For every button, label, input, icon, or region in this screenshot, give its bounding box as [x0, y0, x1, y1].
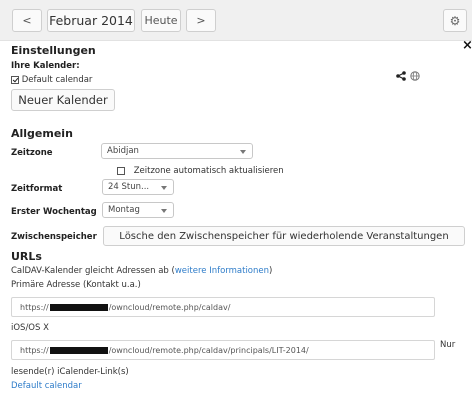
today-button[interactable]: Heute — [141, 9, 181, 32]
primary-url-prefix: https:// — [20, 302, 49, 312]
chevron-down-icon — [240, 150, 246, 154]
globe-icon[interactable] — [410, 71, 420, 84]
caldav-text: CalDAV-Kalender gleicht Adressen ab ( — [11, 266, 175, 276]
month-picker-button[interactable]: Februar 2014 — [47, 9, 135, 32]
chevron-down-icon — [161, 209, 167, 213]
more-info-link[interactable]: weitere Informationen — [175, 266, 269, 276]
readonly-links-label: lesende(r) iCalender-Link(s) — [11, 367, 129, 377]
timezone-auto-label: Zeitzone automatisch aktualisieren — [133, 166, 284, 176]
first-weekday-label: Erster Wochentag — [11, 207, 97, 217]
previous-month-button[interactable]: < — [12, 9, 42, 32]
ios-label: iOS/OS X — [11, 323, 49, 333]
share-icon[interactable] — [396, 71, 406, 84]
general-section-title: Allgemein — [11, 127, 73, 140]
timeformat-select[interactable]: 24 Stun... — [102, 179, 174, 195]
urls-section-title: URLs — [11, 250, 42, 263]
ios-address-field[interactable]: https:// /owncloud/remote.php/caldav/prin… — [11, 340, 435, 360]
new-calendar-button[interactable]: Neuer Kalender — [11, 89, 115, 111]
first-weekday-select[interactable]: Montag — [102, 202, 174, 218]
calendar-toolbar: < Februar 2014 Heute > ⚙ — [0, 0, 472, 41]
clear-cache-button[interactable]: Lösche den Zwischenspeicher für wiederho… — [103, 226, 465, 246]
caldav-text-close: ) — [269, 266, 273, 276]
next-month-button[interactable]: > — [186, 9, 216, 32]
close-icon[interactable]: × — [462, 38, 472, 53]
readonly-nur-text: Nur — [440, 340, 456, 350]
primary-address-label: Primäre Adresse (Kontakt u.a.) — [11, 280, 141, 290]
your-calendars-label: Ihre Kalender: — [11, 61, 80, 71]
redacted-host — [49, 346, 108, 354]
settings-title: Einstellungen — [11, 44, 96, 57]
default-calendar-label: Default calendar — [21, 75, 93, 85]
cache-label: Zwischenspeicher — [11, 232, 97, 242]
caldav-info: CalDAV-Kalender gleicht Adressen ab (wei… — [11, 266, 272, 276]
timezone-label: Zeitzone — [11, 148, 53, 158]
default-calendar-ics-link[interactable]: Default calendar — [11, 381, 82, 391]
chevron-down-icon — [161, 186, 167, 190]
timezone-auto-row: Zeitzone automatisch aktualisieren — [117, 166, 284, 176]
settings-gear-button[interactable]: ⚙ — [443, 9, 467, 32]
primary-url-suffix: /owncloud/remote.php/caldav/ — [108, 302, 231, 312]
ios-url-prefix: https:// — [20, 345, 49, 355]
redacted-host — [49, 303, 108, 311]
default-calendar-checkbox[interactable] — [11, 75, 19, 84]
first-weekday-value: Montag — [108, 205, 140, 215]
timeformat-value: 24 Stun... — [108, 182, 150, 192]
primary-address-field[interactable]: https:// /owncloud/remote.php/caldav/ — [11, 297, 435, 317]
timezone-select[interactable]: Abidjan — [101, 143, 253, 159]
ios-url-suffix: /owncloud/remote.php/caldav/principals/L… — [108, 345, 309, 355]
gear-icon: ⚙ — [449, 13, 461, 28]
timeformat-label: Zeitformat — [11, 184, 63, 194]
timezone-auto-checkbox[interactable] — [117, 166, 125, 175]
calendar-row: Default calendar — [11, 75, 92, 85]
timezone-value: Abidjan — [107, 146, 139, 156]
